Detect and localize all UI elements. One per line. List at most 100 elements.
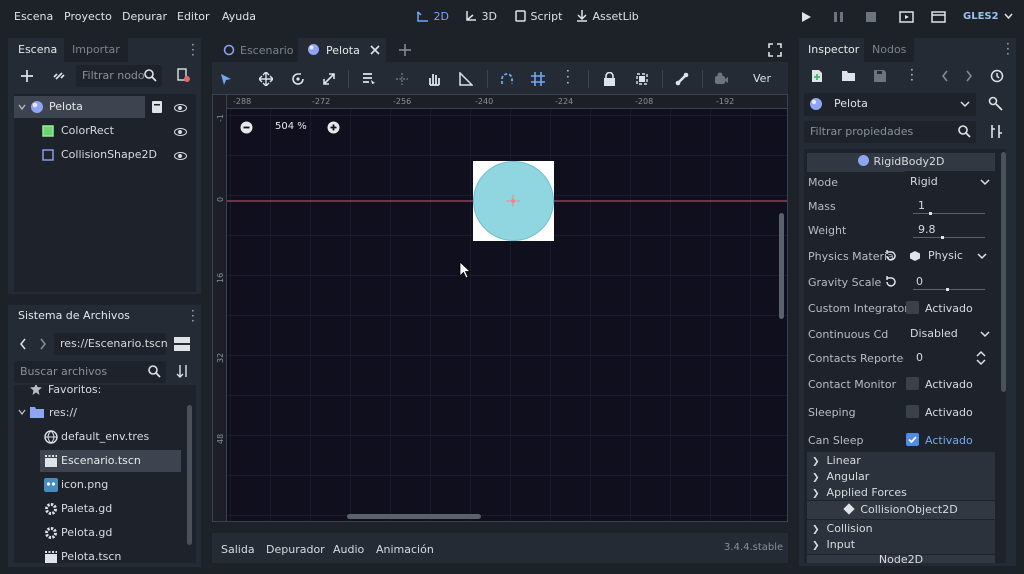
tree-node-collisionshape2d[interactable]: CollisionShape2D [14,144,164,166]
spinner-arrows-icon[interactable] [976,350,986,366]
workspace-script[interactable]: Script [514,10,562,23]
sleeping-checkbox[interactable] [906,405,919,418]
file-item[interactable]: Paleta.gd [40,498,180,520]
group-angular[interactable]: ❯ Angular [812,470,869,483]
dock-menu-icon[interactable]: · · · [191,39,195,61]
horizontal-scrollbar[interactable] [347,514,481,519]
back-icon[interactable] [19,338,27,350]
node-tools-icon[interactable] [988,96,1004,112]
tree-node-pelota[interactable]: Pelota [14,96,145,118]
ruler-tool-icon[interactable] [459,72,473,86]
snap-options-icon[interactable]: · · · [566,65,570,89]
script-icon[interactable] [150,100,164,114]
grid-snap-icon[interactable] [531,72,545,86]
visibility-eye-icon[interactable] [174,104,187,112]
custom-integrator-checkbox[interactable] [906,301,919,314]
add-node-icon[interactable] [20,69,34,83]
list-select-icon[interactable] [362,72,376,86]
horizontal-ruler[interactable] [213,95,787,109]
property-filter-input[interactable]: Filtrar propiedades [804,121,976,143]
file-item[interactable]: default_env.tres [40,426,180,448]
slider-grabber[interactable] [946,288,949,291]
menu-escena[interactable]: Escena [14,10,53,23]
add-tab-icon[interactable] [398,43,412,57]
dock-menu-icon[interactable]: · · · [191,305,195,327]
reset-icon[interactable] [884,250,897,262]
stop-icon[interactable] [865,11,876,23]
file-search-input[interactable]: Buscar archivos [14,361,166,383]
can-sleep-checkbox[interactable] [906,433,919,446]
link-icon[interactable] [52,69,66,83]
file-item[interactable]: Pelota.tscn [40,546,180,563]
menu-proyecto[interactable]: Proyecto [64,10,112,23]
dock-menu-icon[interactable]: · · · [1006,38,1010,60]
sort-icon[interactable] [176,364,190,379]
close-icon[interactable] [370,45,380,55]
skeleton-bone-icon[interactable] [675,72,689,86]
workspace-3d[interactable]: 3D [465,10,497,23]
smart-snap-icon[interactable] [500,72,514,86]
chevron-down-icon[interactable] [18,409,26,415]
file-tree-scrollbar[interactable] [187,405,192,545]
tools-icon[interactable] [989,124,1003,139]
script-attach-icon[interactable] [176,68,191,83]
workspace-assetlib[interactable]: AssetLib [576,10,639,23]
scale-tool-icon[interactable] [322,72,336,86]
play-custom-scene-icon[interactable] [931,10,946,24]
folder-res[interactable]: res:// [49,406,77,419]
pan-tool-icon[interactable] [427,72,441,86]
history-back-icon[interactable] [941,70,949,82]
visibility-eye-icon[interactable] [174,152,187,160]
group-collision[interactable]: ❯ Collision [812,522,873,535]
tab-nodos[interactable]: Nodos [864,38,915,62]
history-icon[interactable] [990,69,1004,83]
play-scene-icon[interactable] [899,10,914,24]
tab-sistema-archivos[interactable]: Sistema de Archivos [10,305,138,327]
bottom-tab-audio[interactable]: Audio [333,543,364,556]
vertical-ruler[interactable] [213,95,227,521]
tab-importar[interactable]: Importar [64,38,128,62]
vertical-scrollbar[interactable] [779,213,784,319]
reset-icon[interactable] [884,276,897,288]
contact-monitor-checkbox[interactable] [906,377,919,390]
zoom-out-icon[interactable] [240,121,253,134]
pause-icon[interactable] [833,11,844,23]
play-icon[interactable] [801,11,812,23]
path-input[interactable]: res://Escenario.tscn [54,333,168,355]
object-menu-icon[interactable]: · · · [910,64,914,86]
split-view-icon[interactable] [174,337,190,351]
tab-escenario[interactable]: Escenario [214,38,298,62]
zoom-in-icon[interactable] [327,121,340,134]
move-tool-icon[interactable] [259,72,273,86]
open-folder-icon[interactable] [841,69,856,82]
file-item-selected[interactable]: Escenario.tscn [40,450,181,472]
file-item[interactable]: Pelota.gd [40,522,180,544]
file-item[interactable]: icon.png [40,474,180,496]
inspected-node-select[interactable]: Pelota [804,93,976,116]
tree-node-colorrect[interactable]: ColorRect [14,120,154,142]
pivot-tool-icon[interactable] [395,72,409,86]
group-linear[interactable]: ❯ Linear [812,454,861,467]
lock-icon[interactable] [603,72,616,86]
chevron-down-icon[interactable] [18,104,26,110]
select-tool-icon[interactable] [220,73,232,86]
tab-escena[interactable]: Escena [10,38,66,62]
rotate-tool-icon[interactable] [291,72,305,86]
canvas-viewport[interactable]: -288 -272 -256 -240 -224 -208 -192 -1 0 … [212,94,788,522]
camera-icon[interactable] [714,72,729,86]
inspector-scrollbar[interactable] [1001,152,1006,392]
zoom-level[interactable]: 504 % [275,121,307,132]
tab-pelota[interactable]: Pelota [298,38,386,62]
slider-grabber[interactable] [929,212,932,215]
group-input[interactable]: ❯ Input [812,538,855,551]
history-forward-icon[interactable] [965,70,973,82]
menu-ayuda[interactable]: Ayuda [222,10,256,23]
bottom-tab-animacion[interactable]: Animación [376,543,434,556]
bottom-tab-salida[interactable]: Salida [221,543,255,556]
fullscreen-icon[interactable] [768,43,782,57]
forward-icon[interactable] [39,338,47,350]
slider-grabber[interactable] [941,236,944,239]
group-applied-forces[interactable]: ❯ Applied Forces [812,486,907,499]
tab-inspector[interactable]: Inspector [800,38,868,62]
renderer-select[interactable]: GLES2 [963,11,999,22]
